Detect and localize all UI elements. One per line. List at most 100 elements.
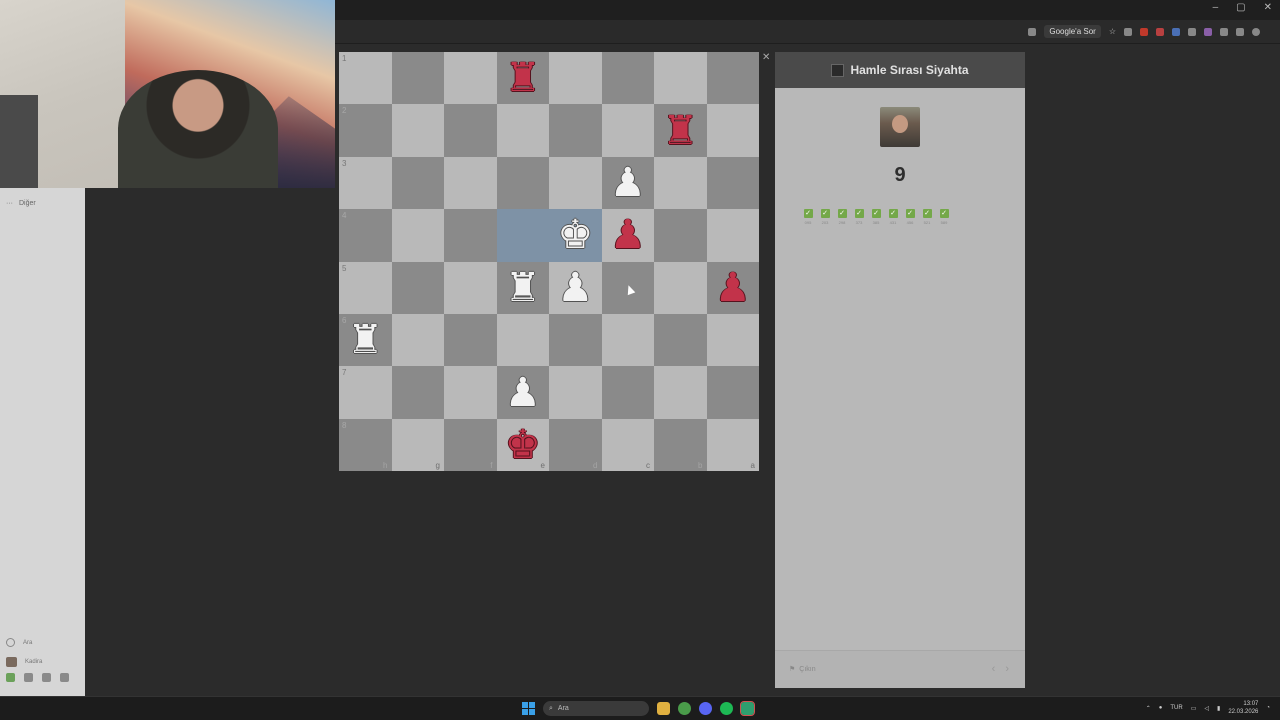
board-square[interactable]: 4 (339, 209, 392, 262)
sidebar-item-search[interactable]: Ara (6, 633, 80, 652)
taskbar-search[interactable]: ⌕ Ara (543, 701, 649, 716)
obs-icon[interactable] (740, 701, 755, 716)
board-square[interactable]: d (549, 418, 602, 472)
board-square[interactable] (654, 156, 707, 210)
board-square[interactable]: 6 ♜ (339, 313, 392, 367)
board-square[interactable] (391, 261, 444, 314)
close-window-button[interactable]: ✕ (1264, 2, 1272, 13)
board-square[interactable] (601, 104, 654, 157)
white-rook-icon[interactable]: ♜ (505, 268, 541, 308)
board-square[interactable]: g (391, 418, 444, 472)
board-square[interactable]: ♚ (549, 209, 602, 262)
board-square[interactable]: ♟ (549, 261, 602, 314)
board-square[interactable]: 7 (339, 366, 392, 419)
board-square[interactable] (706, 209, 759, 262)
volume-icon[interactable]: ◁ (1204, 705, 1209, 712)
start-button[interactable] (522, 702, 535, 715)
extension-icon[interactable] (1124, 27, 1132, 36)
folder-icon[interactable] (657, 702, 670, 715)
solved-puzzle[interactable]: ✓ 521 (922, 209, 932, 225)
board-square[interactable]: ♟ (706, 261, 759, 314)
maximize-button[interactable]: ▢ (1236, 2, 1245, 13)
board-square[interactable]: ♟ (496, 366, 549, 419)
board-square[interactable]: ♜ (496, 261, 549, 314)
board-square[interactable]: c (601, 418, 654, 472)
chevron-up-icon[interactable]: ⌃ (1146, 705, 1151, 712)
board-square[interactable] (444, 209, 497, 262)
board-square[interactable]: 3 (339, 156, 392, 210)
board-square[interactable] (601, 313, 654, 367)
microphone-icon[interactable]: ● (1159, 705, 1163, 711)
extension-icon[interactable] (1188, 27, 1196, 36)
battery-icon[interactable]: ▮ (1217, 705, 1220, 712)
clock[interactable]: 13:07 22.03.2026 (1228, 700, 1258, 716)
board-square[interactable] (654, 261, 707, 314)
board-square[interactable] (549, 156, 602, 210)
language-indicator[interactable]: TUR (1170, 705, 1182, 711)
extension-icon[interactable] (1172, 27, 1180, 36)
board-square[interactable] (654, 52, 707, 105)
solved-puzzle[interactable]: ✓ 431 (888, 209, 898, 225)
board-square[interactable] (391, 104, 444, 157)
menu-icon[interactable] (1236, 27, 1244, 36)
gear-icon[interactable] (60, 673, 69, 682)
board-square[interactable] (706, 52, 759, 105)
board-square[interactable] (444, 104, 497, 157)
board-square[interactable]: a (706, 418, 759, 472)
board-square[interactable] (654, 366, 707, 419)
close-icon[interactable]: ✕ (762, 52, 770, 63)
solved-puzzle[interactable]: ✓ 203 (820, 209, 830, 225)
board-square[interactable]: ♜ (496, 52, 549, 105)
board-square[interactable] (444, 156, 497, 210)
install-icon[interactable] (1028, 27, 1037, 36)
board-square[interactable] (391, 366, 444, 419)
red-pawn-icon[interactable]: ♟ (715, 268, 751, 308)
network-icon[interactable]: ▭ (1191, 705, 1197, 712)
discord-icon[interactable] (699, 702, 712, 715)
board-square[interactable]: 1 (339, 52, 392, 105)
board-square[interactable] (706, 156, 759, 210)
board-square[interactable] (549, 313, 602, 367)
extension-icon[interactable] (1204, 27, 1212, 36)
minimize-button[interactable]: – (1213, 2, 1219, 13)
chess-icon[interactable] (6, 673, 15, 682)
board-square[interactable] (391, 52, 444, 105)
white-pawn-icon[interactable]: ♟ (557, 268, 593, 308)
board-square[interactable] (706, 366, 759, 419)
board-square[interactable]: 5 (339, 261, 392, 314)
chess-board[interactable]: 1 ♜ 2 ♜ 3 ♟ 4 ♚ ♟ 5 ♜ ♟ ♟ 6 ♜ 7 ♟ 8 h g f e ♚ d c b a (339, 52, 759, 472)
spotify-icon[interactable] (720, 702, 733, 715)
board-square[interactable] (549, 52, 602, 105)
board-square[interactable] (549, 366, 602, 419)
white-pawn-icon[interactable]: ♟ (505, 373, 541, 413)
red-rook-icon[interactable]: ♜ (662, 111, 698, 151)
solved-puzzle[interactable]: ✓ 385 (871, 209, 881, 225)
chevron-left-icon[interactable]: ‹ (992, 663, 996, 675)
board-square[interactable]: ♟ (601, 209, 654, 262)
board-square[interactable] (444, 261, 497, 314)
star-icon[interactable]: ☆ (1109, 27, 1116, 36)
board-square[interactable] (706, 313, 759, 367)
board-square[interactable] (391, 209, 444, 262)
solved-puzzle[interactable]: ✓ 589 (939, 209, 949, 225)
red-king-icon[interactable]: ♚ (505, 425, 541, 465)
board-square[interactable] (654, 313, 707, 367)
white-rook-icon[interactable]: ♜ (347, 320, 383, 360)
board-square[interactable] (444, 52, 497, 105)
chevron-right-icon[interactable]: › (1005, 663, 1009, 675)
board-square[interactable]: ♟ (601, 156, 654, 210)
board-square[interactable]: b (654, 418, 707, 472)
chrome-icon[interactable] (678, 702, 691, 715)
sidebar-more[interactable]: ··· Diğer (6, 200, 36, 207)
board-square[interactable] (496, 104, 549, 157)
board-square[interactable] (496, 209, 549, 262)
red-rook-icon[interactable]: ♜ (505, 58, 541, 98)
solved-puzzle[interactable]: ✓ 095 (803, 209, 813, 225)
white-king-icon[interactable]: ♚ (557, 215, 593, 255)
sidebar-item-profile[interactable]: Kadira (6, 652, 80, 671)
exit-button[interactable]: ⚑ Çıkın (789, 665, 816, 674)
extension-icon[interactable] (1156, 27, 1164, 36)
mail-icon[interactable] (24, 673, 33, 682)
board-square[interactable] (601, 52, 654, 105)
board-square[interactable] (391, 313, 444, 367)
